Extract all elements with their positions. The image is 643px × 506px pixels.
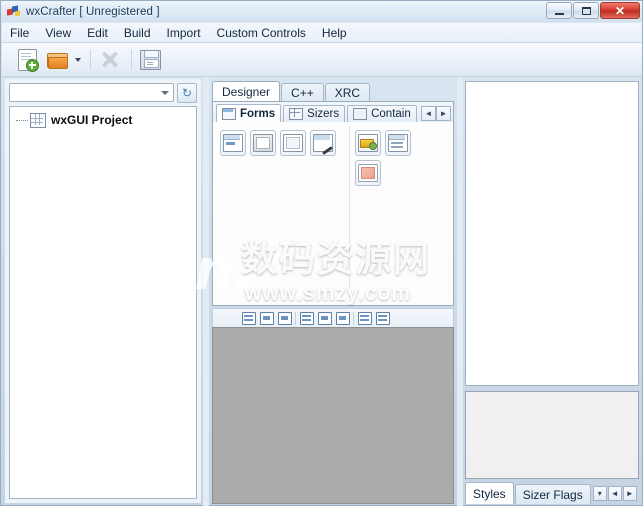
palette-item-wxpanel[interactable] [280, 130, 306, 156]
maximize-button[interactable] [573, 2, 599, 19]
menu-item-help[interactable]: Help [314, 24, 355, 42]
main-toolbar [2, 43, 642, 77]
toolbar-separator-2 [131, 49, 132, 70]
refresh-icon: ↻ [181, 85, 193, 100]
preview-box[interactable] [465, 391, 639, 479]
palette-tab-scroll: ◄ ► [421, 106, 451, 121]
menu-item-import[interactable]: Import [159, 24, 209, 42]
align-right-button[interactable] [277, 311, 292, 326]
project-grid-icon [30, 112, 46, 128]
palette-item-wxwizard[interactable] [310, 130, 336, 156]
wxcrafter-window: wxCrafter [ Unregistered ] ✕ File View E… [0, 0, 643, 506]
tab-sizer-flags[interactable]: Sizer Flags [514, 484, 591, 504]
close-x-icon [101, 51, 118, 68]
palette-group-forms [220, 130, 348, 156]
palette-tab-sizers[interactable]: Sizers [283, 105, 346, 122]
project-panel: ↻ wxGUI Project [5, 79, 201, 503]
grid-icon [289, 108, 304, 120]
wxcrafter-logo-icon [7, 5, 21, 18]
designer-toolbar [212, 308, 454, 327]
palette-group-bars [355, 130, 425, 186]
palette-tab-sizers-label: Sizers [307, 108, 340, 120]
wrap-button[interactable] [357, 311, 372, 326]
tab-styles[interactable]: Styles [465, 482, 514, 504]
palette-item-wxtoolbar[interactable] [385, 130, 411, 156]
main-area: ↻ wxGUI Project Designer C++ XRC Forms S… [2, 77, 642, 506]
palette-tab-forms[interactable]: Forms [216, 104, 282, 122]
palette-scroll-right-button[interactable]: ► [436, 106, 451, 121]
close-icon: ✕ [614, 3, 626, 18]
align-center-button[interactable] [259, 311, 274, 326]
properties-tab-strip: Styles Sizer Flags ▾ ◄ ► [465, 482, 639, 504]
project-selector-row: ↻ [9, 82, 197, 103]
palette-area [213, 122, 453, 305]
design-canvas[interactable] [212, 327, 454, 504]
maximize-icon [581, 6, 591, 15]
window-frame: wxCrafter [ Unregistered ] ✕ File View E… [0, 0, 643, 506]
palette-tab-containers[interactable]: Contain [347, 105, 417, 122]
chevron-down-icon[interactable] [75, 57, 81, 62]
tab-designer[interactable]: Designer [212, 81, 281, 102]
palette-scroll-left-button[interactable]: ◄ [421, 106, 436, 121]
minimize-button[interactable] [546, 2, 572, 19]
palette-item-wxmenubar[interactable] [355, 130, 381, 156]
palette-box: Forms Sizers Contain ◄ ► [212, 101, 454, 306]
menu-bar: File View Edit Build Import Custom Contr… [2, 23, 642, 43]
expand-button[interactable] [299, 311, 314, 326]
minimize-icon [554, 12, 564, 15]
tab-cpp[interactable]: C++ [281, 83, 324, 102]
toolbar-separator [90, 49, 91, 70]
close-project-button[interactable] [96, 47, 122, 73]
property-grid[interactable] [465, 81, 639, 386]
properties-panel: Styles Sizer Flags ▾ ◄ ► [463, 79, 640, 504]
grid-toggle-button[interactable] [375, 311, 390, 326]
open-folder-icon [47, 52, 68, 69]
properties-scroll-left-button[interactable]: ◄ [607, 485, 622, 501]
chevron-down-icon [161, 90, 169, 95]
menu-item-view[interactable]: View [37, 24, 79, 42]
window-title: wxCrafter [ Unregistered ] [26, 5, 160, 18]
window-icon [222, 107, 236, 120]
save-disk-icon [139, 49, 161, 70]
window-controls: ✕ [546, 2, 640, 19]
palette-item-wximagelist[interactable] [355, 160, 381, 186]
align-left-button[interactable] [241, 311, 256, 326]
project-tree[interactable]: wxGUI Project [9, 106, 197, 499]
designer-toolbar-separator [295, 311, 296, 325]
menu-item-file[interactable]: File [2, 24, 37, 42]
properties-tab-menu-button[interactable]: ▾ [592, 485, 607, 501]
palette-tab-forms-label: Forms [240, 107, 276, 120]
tree-connector [16, 119, 28, 121]
border-top-button[interactable] [317, 311, 332, 326]
new-page-icon [17, 48, 39, 72]
palette-tab-containers-label: Contain [371, 108, 411, 120]
tree-item-label: wxGUI Project [51, 113, 133, 127]
folder-icon [353, 108, 368, 120]
properties-scroll-right-button[interactable]: ► [622, 485, 637, 501]
menu-item-build[interactable]: Build [116, 24, 159, 42]
new-project-button[interactable] [14, 47, 40, 73]
project-combo-box[interactable] [9, 83, 174, 102]
title-bar: wxCrafter [ Unregistered ] ✕ [1, 1, 642, 22]
tab-xrc[interactable]: XRC [324, 83, 371, 102]
palette-divider [349, 126, 350, 298]
palette-tab-strip: Forms Sizers Contain ◄ ► [213, 102, 453, 122]
open-project-button[interactable] [44, 47, 70, 73]
designer-panel: Designer C++ XRC Forms Sizers Contain ◄ … [209, 79, 457, 504]
close-button[interactable]: ✕ [600, 2, 640, 19]
border-bottom-button[interactable] [335, 311, 350, 326]
menu-item-custom-controls[interactable]: Custom Controls [209, 24, 314, 42]
menu-item-edit[interactable]: Edit [79, 24, 116, 42]
save-project-button[interactable] [137, 47, 163, 73]
designer-toolbar-separator-2 [353, 311, 354, 325]
tree-item-wxgui-project[interactable]: wxGUI Project [10, 111, 196, 129]
refresh-button[interactable]: ↻ [177, 82, 197, 103]
designer-tab-strip: Designer C++ XRC [212, 81, 371, 102]
palette-item-wxdialog[interactable] [250, 130, 276, 156]
palette-item-wxframe[interactable] [220, 130, 246, 156]
